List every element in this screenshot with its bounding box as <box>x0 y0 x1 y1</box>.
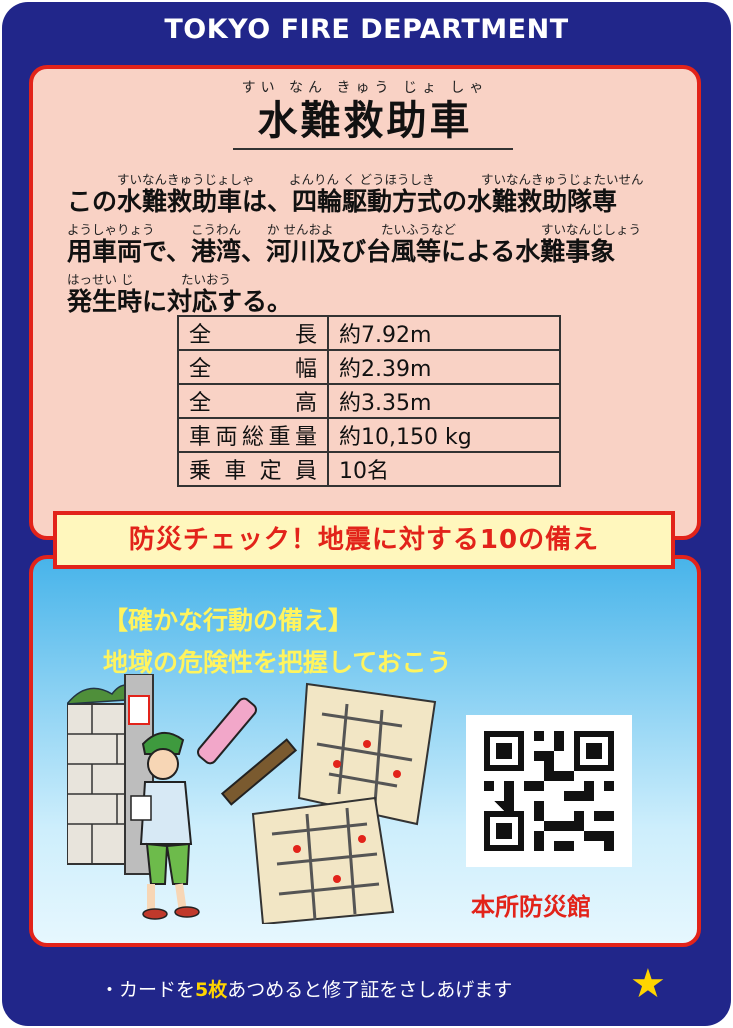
footer-text: あつめると修了証をさしあげます <box>227 979 513 1001</box>
footer-highlight: 5枚 <box>195 979 228 1001</box>
ruby-row-2: ようしゃりょう こうわん か せんおよ たいふうなど すいなんじしょう <box>67 219 687 237</box>
title-block: すい なん きゅう じょ しゃ 水難救助車 <box>33 77 697 145</box>
description-line-3: 発生時に対応する。 <box>67 287 293 316</box>
title-underline <box>233 148 513 150</box>
spec-value: 約3.35m <box>327 383 561 419</box>
description: すいなんきゅうじょしゃ よんりん く どうほうしき すいなんきゅうじょたいせん … <box>67 169 687 319</box>
pole-sign <box>128 695 150 725</box>
header-title: TOKYO FIRE DEPARTMENT <box>164 14 569 45</box>
description-line-1: この水難救助車は、四輪駆動方式の水難救助隊専 <box>67 187 618 216</box>
description-line-2: 用車両で、港湾、河川及び台風等による水難事象 <box>67 237 616 266</box>
spec-label: 全 幅 <box>177 349 329 385</box>
disaster-check-banner: 防災チェック！地震に対する10の備え <box>53 511 675 569</box>
qr-code <box>466 715 632 867</box>
ruby: か せんおよ <box>267 222 334 237</box>
spec-value: 10名 <box>327 451 561 487</box>
table-row: 全 高 約3.35m <box>177 383 561 419</box>
spec-label: 車両総重量 <box>177 417 329 453</box>
qr-label: 本所防災館 <box>471 893 591 921</box>
ruby: すいなんきゅうじょたいせん <box>481 172 644 187</box>
card: TOKYO FIRE DEPARTMENT すい なん きゅう じょ しゃ 水難… <box>2 2 731 1026</box>
ruby: たいおう <box>181 272 232 287</box>
ruby-row-3: はっせい じ たいおう <box>67 269 687 287</box>
spec-label: 全 長 <box>177 315 329 351</box>
spec-value: 約10,150 kg <box>327 417 561 453</box>
illustration <box>67 674 437 924</box>
footer-text: ・カードを <box>100 979 196 1001</box>
hazard-map-2 <box>251 796 395 924</box>
title-ruby: すい なん きゅう じょ しゃ <box>241 80 489 96</box>
vehicle-title: 水難救助車 <box>257 98 473 144</box>
ruby: たいふうなど <box>381 222 457 237</box>
pencil <box>220 738 298 806</box>
ruby: ようしゃりょう <box>67 222 155 237</box>
ruby-row-1: すいなんきゅうじょしゃ よんりん く どうほうしき すいなんきゅうじょたいせん <box>67 169 687 187</box>
qr-code-pattern <box>484 731 614 851</box>
marker-pen <box>197 697 257 765</box>
star-icon: ★ <box>630 961 666 1007</box>
ruby: はっせい じ <box>67 272 134 287</box>
table-row: 乗車定員 10名 <box>177 451 561 487</box>
spec-table: 全 長 約7.92m 全 幅 約2.39m 全 高 約3.35m 車両総重量 約… <box>177 315 561 487</box>
table-row: 全 長 約7.92m <box>177 315 561 351</box>
footer-note: ・カードを5枚あつめると修了証をさしあげます <box>100 975 512 1002</box>
table-row: 全 幅 約2.39m <box>177 349 561 385</box>
ruby: よんりん く どうほうしき <box>289 172 435 187</box>
spec-value: 約2.39m <box>327 349 561 385</box>
spec-value: 約7.92m <box>327 315 561 351</box>
ruby: こうわん <box>191 222 242 237</box>
ruby: すいなんきゅうじょしゃ <box>117 172 255 187</box>
preparedness-panel: 【確かな行動の備え】 地域の危険性を把握しておこう 本所防災館 <box>29 555 701 947</box>
ruby: すいなんじしょう <box>541 222 642 237</box>
section-subtitle: 【確かな行動の備え】 <box>103 606 354 635</box>
spec-label: 全 高 <box>177 383 329 419</box>
table-row: 車両総重量 約10,150 kg <box>177 417 561 453</box>
vehicle-info-panel: すい なん きゅう じょ しゃ 水難救助車 すいなんきゅうじょしゃ よんりん く… <box>29 65 701 540</box>
spec-label: 乗車定員 <box>177 451 329 487</box>
